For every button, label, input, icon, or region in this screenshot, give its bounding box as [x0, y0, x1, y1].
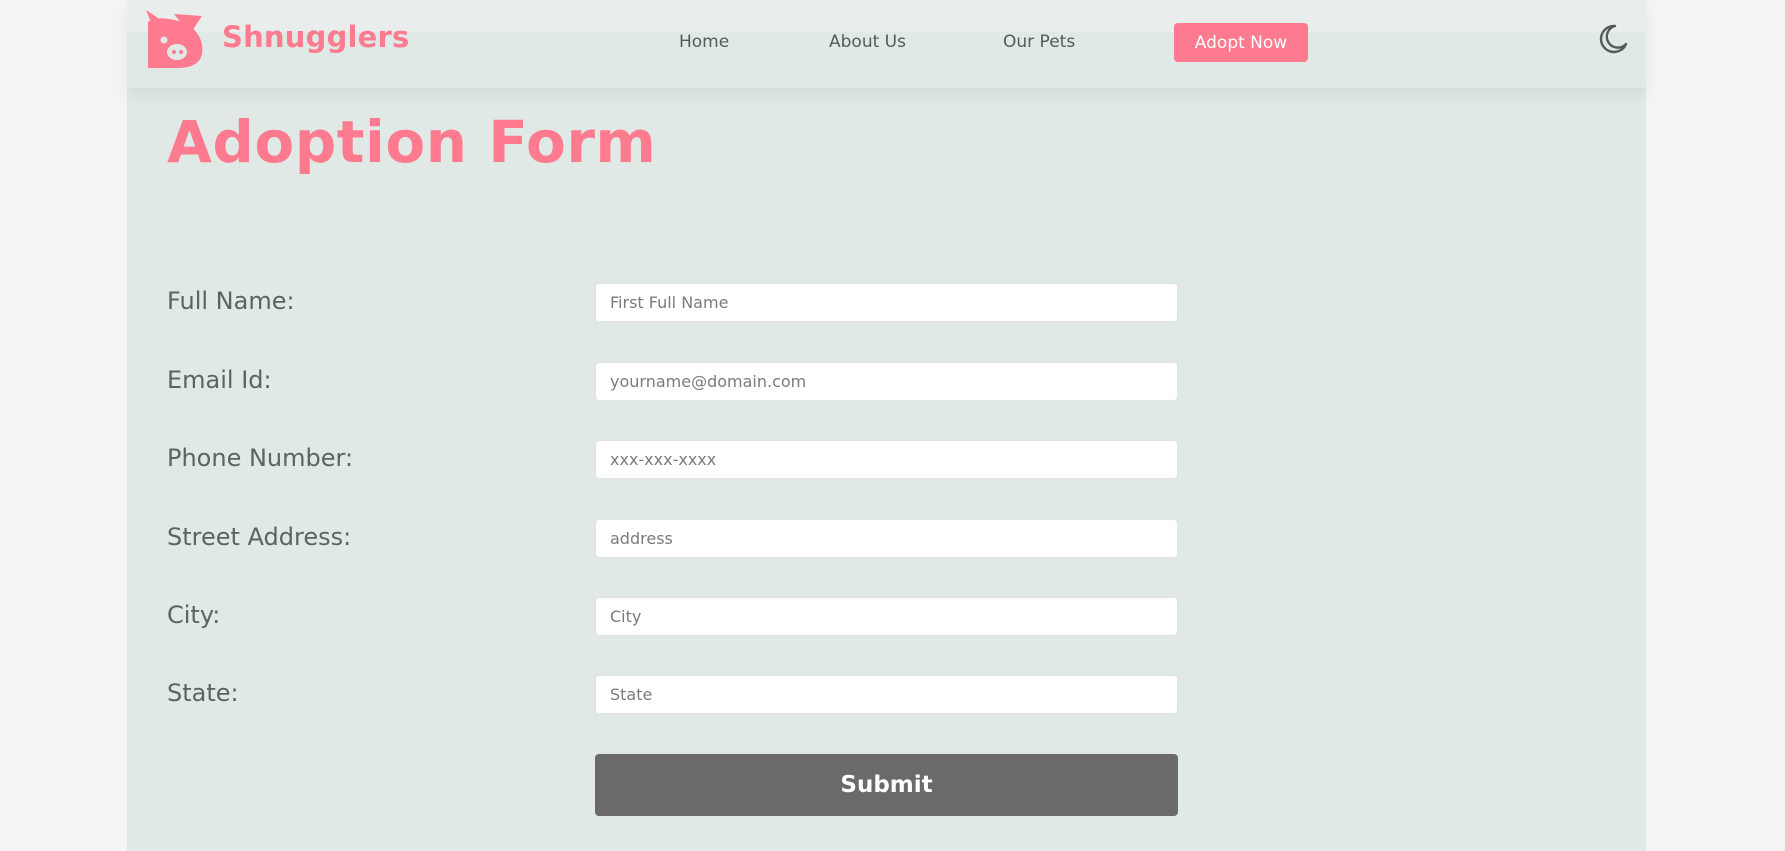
nav-link-about-us[interactable]: About Us — [829, 32, 906, 52]
phone-number-label: Phone Number: — [167, 444, 354, 472]
form-row-state: State: — [167, 675, 1179, 715]
state-input[interactable] — [595, 675, 1178, 714]
city-label: City: — [167, 601, 221, 629]
email-label: Email Id: — [167, 366, 272, 394]
page-title: Adoption Form — [167, 108, 657, 176]
nav-link-our-pets[interactable]: Our Pets — [1003, 32, 1075, 52]
street-address-input[interactable] — [595, 519, 1178, 558]
street-address-label: Street Address: — [167, 523, 352, 551]
full-name-input[interactable] — [595, 283, 1178, 322]
email-input[interactable] — [595, 362, 1178, 401]
phone-number-input[interactable] — [595, 440, 1178, 479]
page: Shnugglers Home About Us Our Pets Adopt … — [0, 0, 1785, 851]
moon-icon[interactable] — [1596, 22, 1630, 56]
state-label: State: — [167, 679, 239, 707]
full-name-label: Full Name: — [167, 287, 295, 315]
nav-link-home[interactable]: Home — [679, 32, 729, 52]
form-row-street-address: Street Address: — [167, 519, 1179, 559]
city-input[interactable] — [595, 597, 1178, 636]
adopt-now-button[interactable]: Adopt Now — [1174, 23, 1308, 62]
form-row-phone: Phone Number: — [167, 440, 1179, 480]
submit-button[interactable]: Submit — [595, 754, 1178, 816]
form-row-full-name: Full Name: — [167, 283, 1179, 323]
form-row-city: City: — [167, 597, 1179, 637]
form-row-email: Email Id: — [167, 362, 1179, 402]
main-nav: Home About Us Our Pets Adopt Now — [0, 22, 1785, 62]
